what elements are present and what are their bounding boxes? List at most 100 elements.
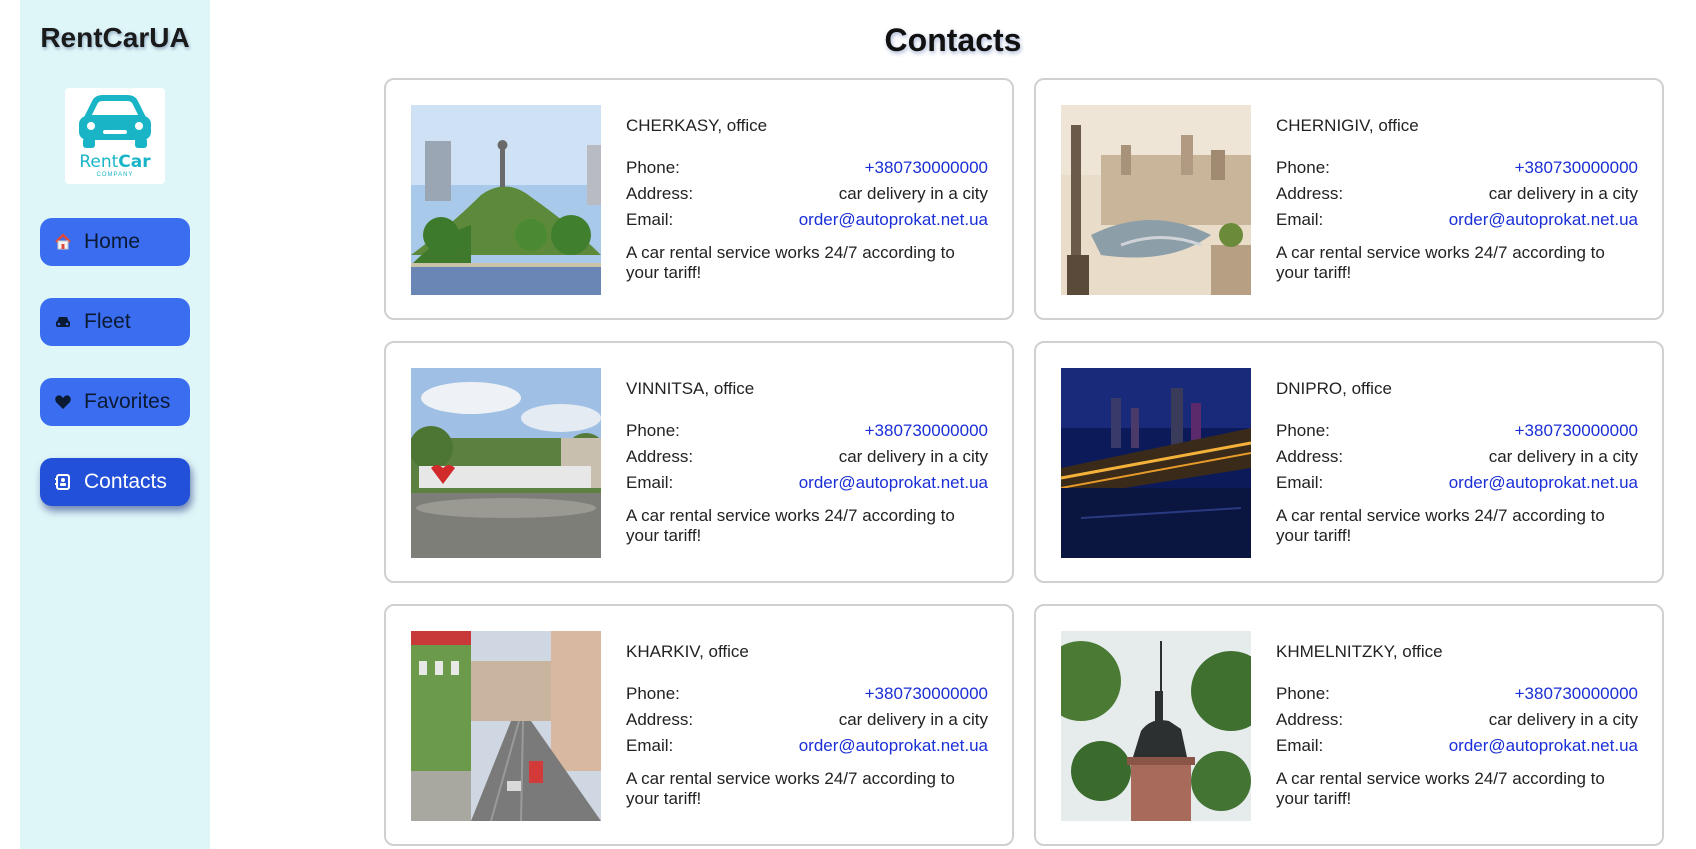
address-value: car delivery in a city [1488,184,1638,203]
phone-link[interactable]: +380730000000 [1515,684,1638,704]
office-card-cherkasy: CHERKASY, office Phone: +380730000000 Add… [384,78,1014,320]
office-card-dnipro: DNIPRO, office Phone: +380730000000 Addre… [1034,341,1664,583]
email-row: Email: order@autoprokat.net.ua [626,733,988,759]
phone-row: Phone: +380730000000 [1276,155,1638,181]
phone-label: Phone: [626,684,680,703]
email-label: Email: [1276,210,1324,229]
office-city-name: CHERKASY [626,116,718,135]
email-link[interactable]: order@autoprokat.net.ua [799,210,988,230]
office-city-name: KHMELNITZKY [1276,642,1393,661]
address-label: Address: [1276,710,1344,729]
address-row: Address: car delivery in a city [626,444,988,470]
address-row: Address: car delivery in a city [1276,707,1638,733]
office-info: VINNITSA, office Phone: +380730000000 Add… [626,379,988,546]
email-link[interactable]: order@autoprokat.net.ua [1449,473,1638,493]
office-suffix: , office [699,642,749,661]
company-logo[interactable]: RentCar COMPANY [65,88,165,184]
office-suffix: , office [717,116,768,135]
address-value: car delivery in a city [838,447,988,466]
address-row: Address: car delivery in a city [1276,444,1638,470]
office-info: CHERNIGIV, office Phone: +380730000000 Ad… [1276,116,1638,283]
phone-link[interactable]: +380730000000 [865,158,988,178]
nav-fleet-button[interactable]: Fleet [40,298,190,346]
office-info: KHMELNITZKY, office Phone: +380730000000 … [1276,642,1638,809]
address-value: car delivery in a city [838,710,988,729]
email-row: Email: order@autoprokat.net.ua [1276,733,1638,759]
office-city-heading: VINNITSA, office [626,379,988,399]
phone-link[interactable]: +380730000000 [1515,421,1638,441]
nav-contacts-label: Contacts [84,470,167,493]
logo-subtitle: COMPANY [96,172,134,178]
address-label: Address: [626,447,694,466]
email-label: Email: [1276,473,1324,492]
office-info: DNIPRO, office Phone: +380730000000 Addre… [1276,379,1638,546]
sidebar: RentCarUA RentCar COMPANY Home Fleet Fav… [20,0,210,849]
email-label: Email: [626,210,674,229]
office-info: KHARKIV, office Phone: +380730000000 Addr… [626,642,988,809]
office-suffix: , office [1368,116,1419,135]
address-label: Address: [626,184,694,203]
office-city-name: CHERNIGIV [1276,116,1369,135]
address-value: car delivery in a city [1488,710,1638,729]
office-card-chernigiv: CHERNIGIV, office Phone: +380730000000 Ad… [1034,78,1664,320]
office-city-heading: CHERNIGIV, office [1276,116,1638,136]
nav-favorites-label: Favorites [84,390,171,413]
office-card-vinnitsa: VINNITSA, office Phone: +380730000000 Add… [384,341,1014,583]
address-row: Address: car delivery in a city [1276,181,1638,207]
phone-row: Phone: +380730000000 [626,681,988,707]
email-link[interactable]: order@autoprokat.net.ua [799,736,988,756]
email-link[interactable]: order@autoprokat.net.ua [1449,736,1638,756]
phone-label: Phone: [1276,684,1330,703]
car-icon [56,317,70,327]
phone-row: Phone: +380730000000 [626,418,988,444]
logo-wordmark: RentCar [79,152,151,172]
office-suffix: , office [704,379,755,398]
city-photo [1061,631,1251,821]
city-photo [411,631,601,821]
office-description: A car rental service works 24/7 accordin… [626,506,955,545]
brand-title: RentCarUA [40,22,190,53]
phone-label: Phone: [1276,158,1330,177]
address-label: Address: [1276,184,1344,203]
email-label: Email: [626,473,674,492]
address-book-icon [55,474,70,490]
email-link[interactable]: order@autoprokat.net.ua [799,473,988,493]
city-photo [411,368,601,558]
office-description: A car rental service works 24/7 accordin… [1276,506,1605,545]
phone-label: Phone: [626,421,680,440]
heart-icon [55,395,71,409]
email-label: Email: [626,736,674,755]
city-photo [1061,368,1251,558]
phone-label: Phone: [1276,421,1330,440]
email-row: Email: order@autoprokat.net.ua [626,207,988,233]
nav-contacts-button[interactable]: Contacts [40,458,190,506]
address-value: car delivery in a city [838,184,988,203]
office-city-name: DNIPRO [1276,379,1343,398]
address-row: Address: car delivery in a city [626,707,988,733]
office-description: A car rental service works 24/7 accordin… [1276,769,1605,808]
office-card-khmelnitzky: KHMELNITZKY, office Phone: +380730000000 … [1034,604,1664,846]
address-label: Address: [1276,447,1344,466]
address-row: Address: car delivery in a city [626,181,988,207]
phone-link[interactable]: +380730000000 [1515,158,1638,178]
phone-link[interactable]: +380730000000 [865,421,988,441]
phone-row: Phone: +380730000000 [1276,418,1638,444]
nav-favorites-button[interactable]: Favorites [40,378,190,426]
email-row: Email: order@autoprokat.net.ua [1276,470,1638,496]
phone-label: Phone: [626,158,680,177]
office-card-kharkiv: KHARKIV, office Phone: +380730000000 Addr… [384,604,1014,846]
office-city-name: VINNITSA [626,379,705,398]
office-city-heading: KHARKIV, office [626,642,988,662]
nav-home-button[interactable]: Home [40,218,190,266]
nav-home-label: Home [84,230,141,253]
office-suffix: , office [1342,379,1392,398]
office-city-heading: CHERKASY, office [626,116,988,136]
city-photo [1061,105,1251,295]
email-row: Email: order@autoprokat.net.ua [1276,207,1638,233]
office-city-name: KHARKIV [626,642,700,661]
office-description: A car rental service works 24/7 accordin… [626,769,955,808]
home-icon [55,233,71,250]
car-logo-icon [79,95,151,148]
phone-link[interactable]: +380730000000 [865,684,988,704]
email-link[interactable]: order@autoprokat.net.ua [1449,210,1638,230]
